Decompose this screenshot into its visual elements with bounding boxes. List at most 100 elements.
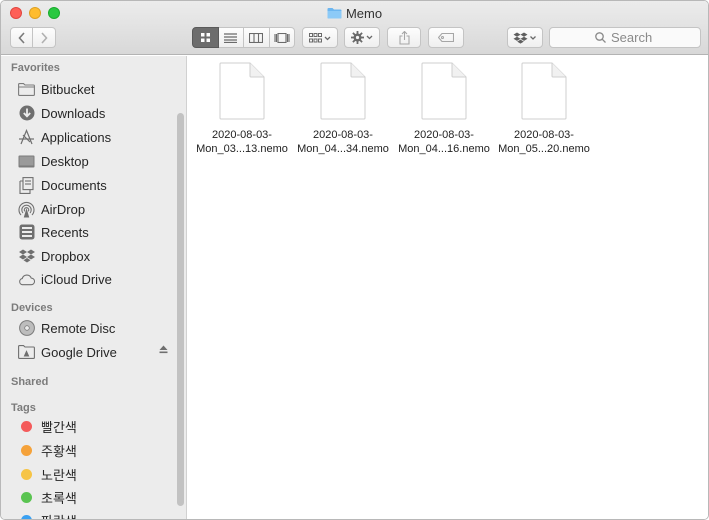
file-item[interactable]: 2020-08-03- Mon_05...20.nemo <box>494 62 594 156</box>
sidebar-item-label: Google Drive <box>41 344 117 360</box>
sidebar-item-label: 파란색 <box>41 511 77 520</box>
tag-color-dot <box>21 420 32 432</box>
file-name-line-1: 2020-08-03- <box>212 129 272 141</box>
window-title-text: Memo <box>345 6 383 21</box>
sidebar-section-shared: Shared <box>11 376 49 388</box>
sidebar-item-documents[interactable]: Documents <box>18 174 178 196</box>
document-icon <box>421 62 467 120</box>
file-name-line-2: Mon_03...13.nemo <box>196 143 288 155</box>
sidebar-item-label: Dropbox <box>41 248 91 264</box>
sidebar-item-recents[interactable]: Recents <box>18 221 178 243</box>
gallery-view-button[interactable] <box>269 27 295 48</box>
search-input[interactable] <box>611 30 655 45</box>
sidebar-item-label: 노란색 <box>41 467 77 483</box>
file-name: 2020-08-03- Mon_04...16.nemo <box>394 128 494 156</box>
gallery-view-icon <box>274 32 290 43</box>
file-icon-view: 2020-08-03- Mon_03...13.nemo 2020-08-03-… <box>188 56 708 519</box>
file-name: 2020-08-03- Mon_05...20.nemo <box>494 128 594 156</box>
sidebar-item-label: iCloud Drive <box>41 271 112 287</box>
sidebar-section-favorites: Favorites <box>11 62 60 74</box>
sidebar-item-airdrop[interactable]: AirDrop <box>18 198 178 220</box>
sidebar-item-label: 빨간색 <box>41 419 77 435</box>
file-item[interactable]: 2020-08-03- Mon_03...13.nemo <box>192 62 292 156</box>
document-icon <box>521 62 567 120</box>
airdrop-icon <box>18 201 35 218</box>
toolbar: Memo <box>1 1 708 55</box>
sidebar-item-remote-disc[interactable]: Remote Disc <box>18 317 178 339</box>
column-view-button[interactable] <box>244 27 270 48</box>
back-button[interactable] <box>10 27 33 48</box>
action-button[interactable] <box>344 27 380 48</box>
search-field[interactable] <box>549 27 701 48</box>
dropbox-icon <box>513 32 536 44</box>
tag-color-dot <box>21 468 32 480</box>
sidebar-item-label: Documents <box>41 177 107 193</box>
drive-icon <box>18 344 35 361</box>
sidebar-item-dropbox[interactable]: Dropbox <box>18 245 178 267</box>
sidebar-item-label: Desktop <box>41 153 89 169</box>
file-name-line-1: 2020-08-03- <box>414 129 474 141</box>
list-view-button[interactable] <box>218 27 244 48</box>
tag-icon <box>438 33 454 42</box>
sidebar-item-label: 주황색 <box>41 443 77 459</box>
chevron-right-icon <box>41 31 48 44</box>
share-icon <box>398 30 410 45</box>
file-item[interactable]: 2020-08-03- Mon_04...16.nemo <box>394 62 494 156</box>
sidebar-tag-yellow[interactable]: 노란색 <box>18 463 178 485</box>
document-icon <box>320 62 366 120</box>
view-mode-segmented-control <box>192 27 295 48</box>
sidebar-item-downloads[interactable]: Downloads <box>18 102 178 124</box>
sidebar-tag-green[interactable]: 초록색 <box>18 486 178 508</box>
sidebar-item-label: Remote Disc <box>41 320 116 336</box>
file-item[interactable]: 2020-08-03- Mon_04...34.nemo <box>293 62 393 156</box>
sidebar-section-devices: Devices <box>11 302 53 314</box>
eject-icon[interactable] <box>159 345 168 354</box>
file-name-line-1: 2020-08-03- <box>313 129 373 141</box>
icon-view-icon <box>200 33 210 42</box>
document-icon <box>219 62 265 120</box>
arrange-button[interactable] <box>302 27 338 48</box>
file-name-line-2: Mon_04...16.nemo <box>398 143 490 155</box>
sidebar-item-desktop[interactable]: Desktop <box>18 150 178 172</box>
sidebar-item-label: Downloads <box>41 105 106 121</box>
sidebar-tag-blue[interactable]: 파란색 <box>18 509 178 520</box>
sidebar-item-label: AirDrop <box>41 201 86 217</box>
dropbox-icon <box>18 248 35 265</box>
icon-view-button[interactable] <box>192 27 219 48</box>
applications-icon <box>18 129 35 146</box>
sidebar-tag-orange[interactable]: 주황색 <box>18 439 178 461</box>
disc-icon <box>18 320 35 337</box>
tag-color-dot <box>21 491 32 503</box>
window-title: Memo <box>1 6 708 22</box>
chevron-left-icon <box>17 31 25 44</box>
sidebar-item-label: Recents <box>41 224 89 240</box>
file-name-line-2: Mon_05...20.nemo <box>498 143 590 155</box>
column-view-icon <box>249 32 264 43</box>
file-name-line-2: Mon_04...34.nemo <box>297 143 389 155</box>
desktop-icon <box>18 153 35 170</box>
sidebar-item-bitbucket[interactable]: Bitbucket <box>18 78 178 100</box>
sidebar-item-applications[interactable]: Applications <box>18 126 178 148</box>
finder-window: Memo Search Favorites Bitbucket Download… <box>0 0 709 520</box>
sidebar-scrollbar[interactable] <box>177 113 184 506</box>
sidebar-item-label: Applications <box>41 129 112 145</box>
search-icon <box>595 32 606 43</box>
file-name-line-1: 2020-08-03- <box>514 129 574 141</box>
share-button[interactable] <box>387 27 421 48</box>
sidebar-item-google-drive[interactable]: Google Drive <box>18 341 178 363</box>
file-name: 2020-08-03- Mon_03...13.nemo <box>192 128 292 156</box>
sidebar-item-icloud-drive[interactable]: iCloud Drive <box>18 268 178 290</box>
sidebar-item-label: Bitbucket <box>41 81 95 97</box>
dropbox-button[interactable] <box>507 27 543 48</box>
file-name: 2020-08-03- Mon_04...34.nemo <box>293 128 393 156</box>
folder-icon <box>327 8 342 19</box>
sidebar-tag-red[interactable]: 빨간색 <box>18 415 178 437</box>
tags-button[interactable] <box>428 27 464 48</box>
forward-button[interactable] <box>33 27 56 48</box>
sidebar-item-label: 초록색 <box>41 490 77 506</box>
download-icon <box>18 105 35 122</box>
recents-icon <box>18 224 35 241</box>
sidebar: Favorites Bitbucket Downloads Applicatio… <box>1 56 187 520</box>
tag-color-dot <box>21 514 32 519</box>
documents-icon <box>18 176 35 194</box>
